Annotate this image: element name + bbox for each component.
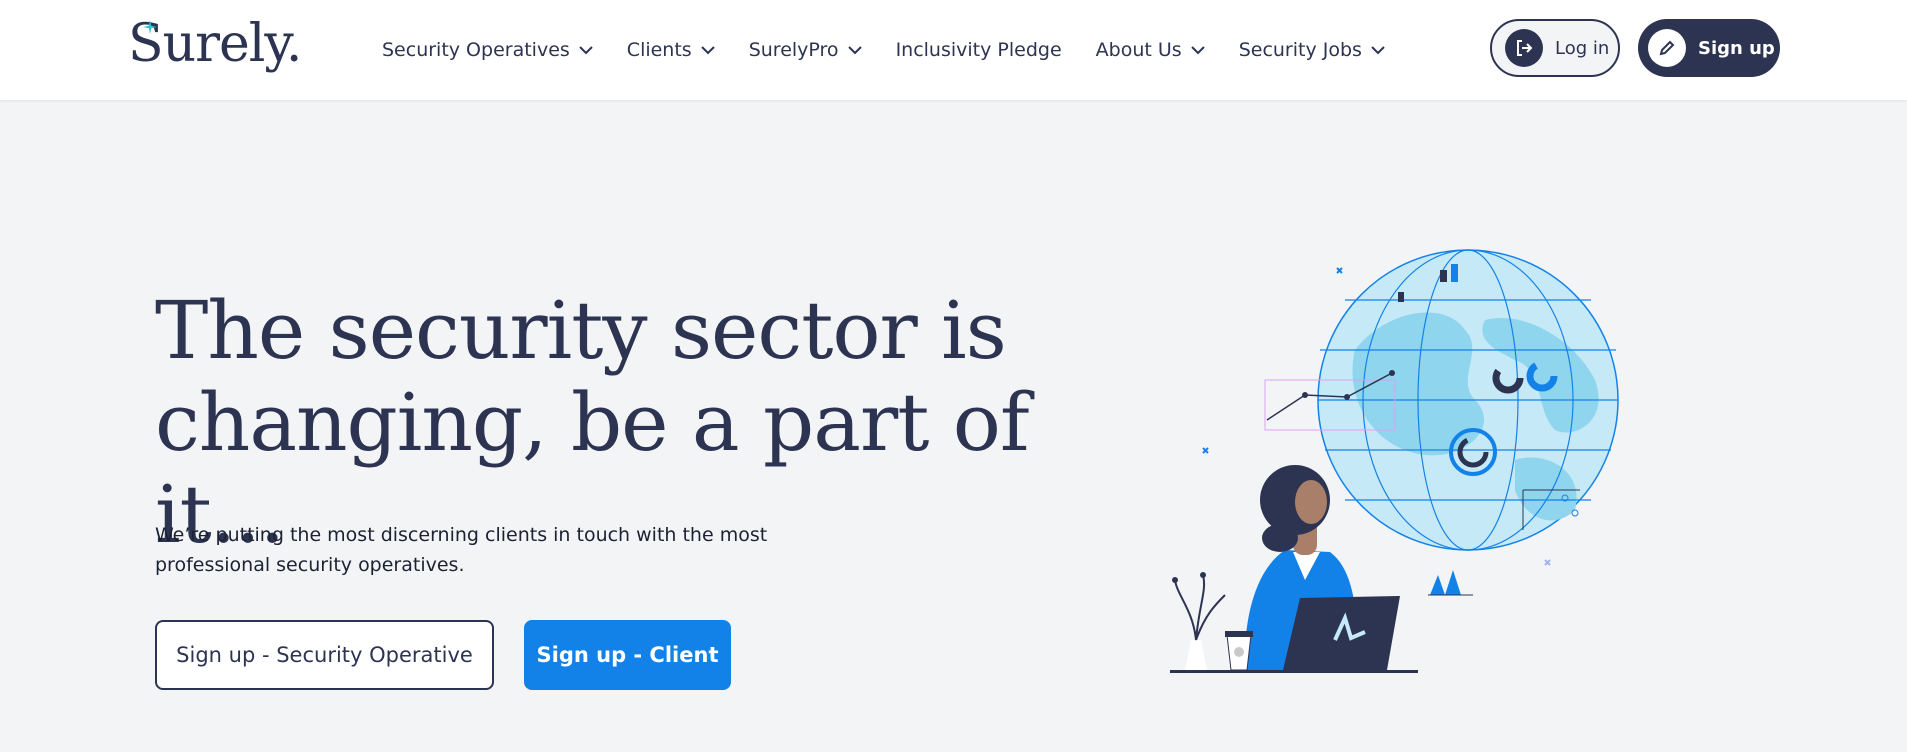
signup-label: Sign up (1698, 37, 1775, 59)
chevron-down-icon (1190, 45, 1205, 54)
signup-button[interactable]: Sign up (1638, 19, 1780, 77)
signup-operative-button[interactable]: Sign up - Security Operative (155, 620, 494, 690)
chevron-down-icon (579, 45, 593, 54)
nav-security-operatives[interactable]: Security Operatives (382, 39, 593, 61)
chevron-down-icon (700, 45, 715, 54)
main-nav: Security Operatives Clients SurelyPro In… (382, 0, 1419, 100)
globe-graphic (1317, 249, 1619, 551)
logo-sparkle-icon (143, 20, 157, 34)
chevron-down-icon (847, 45, 862, 54)
nav-item-label: Inclusivity Pledge (895, 39, 1062, 61)
hero-subtitle: We’re putting the most discerning client… (155, 524, 768, 576)
nav-security-jobs[interactable]: Security Jobs (1239, 39, 1385, 61)
nav-item-label: About Us (1095, 39, 1182, 61)
nav-surelypro[interactable]: SurelyPro (749, 39, 862, 61)
login-label: Log in (1555, 37, 1610, 59)
chevron-down-icon (1371, 45, 1385, 54)
nav-item-label: Security Operatives (382, 39, 570, 61)
site-header: Surely. Security Operatives Clients Sure… (0, 0, 1907, 100)
hero-title-line1: The security sector is (155, 284, 1007, 377)
login-icon (1505, 29, 1543, 67)
signup-client-button[interactable]: Sign up - Client (524, 620, 731, 690)
pencil-icon (1648, 29, 1686, 67)
hero-illustration (1170, 249, 1619, 673)
nav-clients[interactable]: Clients (627, 39, 715, 61)
nav-item-label: SurelyPro (748, 39, 839, 61)
login-button[interactable]: Log in (1490, 19, 1620, 77)
nav-item-label: Security Jobs (1238, 39, 1362, 61)
nav-item-label: Clients (626, 39, 692, 61)
nav-inclusivity-pledge[interactable]: Inclusivity Pledge (896, 39, 1062, 61)
plant-graphic (1172, 572, 1226, 670)
nav-about-us[interactable]: About Us (1096, 39, 1205, 61)
